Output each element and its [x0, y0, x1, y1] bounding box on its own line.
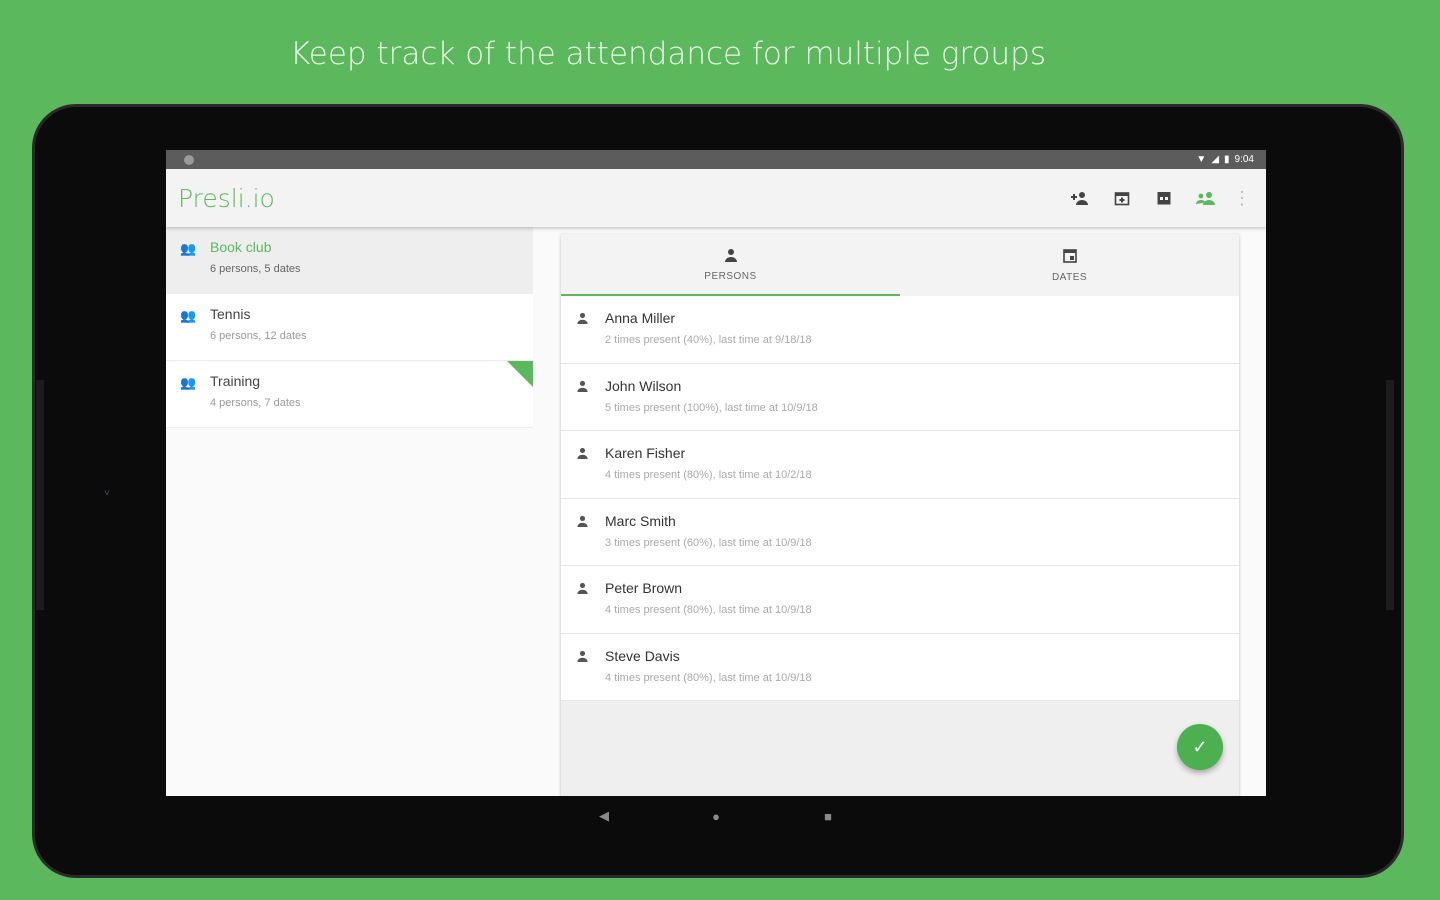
group-item-tennis[interactable]: 👥 Tennis 6 persons, 12 dates	[166, 294, 533, 361]
person-icon	[577, 580, 605, 619]
add-person-icon[interactable]	[1070, 188, 1090, 208]
notification-dot-icon	[184, 154, 194, 165]
headline: Keep track of the attendance for multipl…	[289, 36, 1047, 72]
calendar-icon[interactable]	[1154, 188, 1174, 208]
group-name: Tennis	[210, 306, 251, 322]
app-title: Presli.io	[178, 183, 275, 213]
person-icon	[724, 248, 737, 265]
more-icon[interactable]: ⋮	[1233, 188, 1251, 208]
signal-icon: ◢	[1211, 153, 1220, 165]
wifi-icon: ▼	[1196, 153, 1207, 165]
person-attendance: 5 times present (100%), last time at 10/…	[605, 401, 818, 414]
confirm-fab[interactable]: ✓	[1177, 724, 1223, 770]
status-bar: ▼ ◢ ▮ 9:04	[166, 150, 1266, 169]
app-screen: ▼ ◢ ▮ 9:04 Presli.io ⋮ 👥 Book club 6 per…	[166, 150, 1266, 836]
manage-persons-icon[interactable]	[1196, 188, 1216, 208]
person-name: Anna Miller	[605, 310, 676, 326]
status-right: ▼ ◢ ▮ 9:04	[1196, 154, 1254, 165]
group-item-book-club[interactable]: 👥 Book club 6 persons, 5 dates	[166, 227, 533, 294]
person-name: Steve Davis	[605, 647, 680, 664]
group-name: Book club	[210, 239, 272, 255]
person-list: Anna Miller 2 times present (40%), last …	[561, 296, 1239, 701]
tab-persons[interactable]: PERSONS	[561, 234, 900, 296]
person-name: John Wilson	[605, 377, 682, 394]
corner-ribbon-icon	[507, 361, 533, 387]
tab-dates[interactable]: DATES	[900, 234, 1239, 296]
person-name: Karen Fisher	[605, 445, 686, 461]
list-item[interactable]: Anna Miller 2 times present (40%), last …	[561, 296, 1239, 364]
person-icon	[577, 648, 605, 687]
add-date-icon[interactable]	[1112, 188, 1132, 208]
group-summary: 6 persons, 5 dates	[210, 263, 301, 275]
nav-bar: ◀ ● ■	[166, 796, 1266, 836]
person-name: Peter Brown	[605, 580, 683, 596]
group-summary: 4 persons, 7 dates	[210, 397, 301, 409]
person-attendance: 4 times present (80%), last time at 10/2…	[605, 469, 812, 481]
recents-icon[interactable]: ■	[820, 809, 836, 824]
person-icon	[577, 310, 605, 349]
status-time: 9:04	[1234, 154, 1254, 165]
person-attendance: 4 times present (80%), last time at 10/9…	[605, 671, 812, 684]
list-item[interactable]: Karen Fisher 4 times present (80%), last…	[561, 431, 1239, 499]
persons-panel: PERSONS DATES Anna Miller 2 times presen…	[561, 234, 1239, 836]
group-list: 👥 Book club 6 persons, 5 dates 👥 Tennis …	[166, 227, 533, 795]
group-summary: 6 persons, 12 dates	[210, 330, 307, 342]
back-icon[interactable]: ◀	[596, 808, 612, 824]
tablet-side-button-right	[1386, 380, 1394, 610]
app-bar-actions: ⋮	[1070, 188, 1251, 208]
battery-icon: ▮	[1224, 153, 1230, 165]
list-item[interactable]: John Wilson 5 times present (100%), last…	[561, 364, 1239, 431]
person-name: Marc Smith	[605, 512, 676, 529]
list-item[interactable]: Marc Smith 3 times present (60%), last t…	[561, 499, 1239, 566]
person-icon	[577, 445, 605, 484]
group-item-training[interactable]: 👥 Training 4 persons, 7 dates	[166, 361, 533, 428]
tab-bar: PERSONS DATES	[561, 234, 1239, 296]
person-attendance: 2 times present (40%), last time at 9/18…	[605, 334, 812, 346]
pane-divider	[533, 227, 561, 795]
person-attendance: 3 times present (60%), last time at 10/9…	[605, 536, 812, 549]
tablet-side-button-left	[36, 380, 44, 610]
person-icon	[577, 513, 605, 552]
tab-label: PERSONS	[704, 271, 757, 282]
person-icon	[577, 378, 605, 417]
group-icon: 👥	[180, 308, 197, 323]
camera-icon: ˅	[104, 488, 110, 499]
person-attendance: 4 times present (80%), last time at 10/9…	[605, 604, 812, 616]
home-icon[interactable]: ●	[708, 809, 724, 824]
group-icon: 👥	[180, 241, 197, 256]
check-icon: ✓	[1192, 736, 1208, 757]
list-item[interactable]: Peter Brown 4 times present (80%), last …	[561, 566, 1239, 634]
group-name: Training	[210, 373, 261, 389]
list-item[interactable]: Steve Davis 4 times present (80%), last …	[561, 634, 1239, 701]
calendar-icon	[1062, 248, 1077, 266]
app-bar: Presli.io ⋮	[166, 169, 1266, 227]
group-icon: 👥	[180, 375, 197, 390]
tab-label: DATES	[1051, 271, 1088, 283]
